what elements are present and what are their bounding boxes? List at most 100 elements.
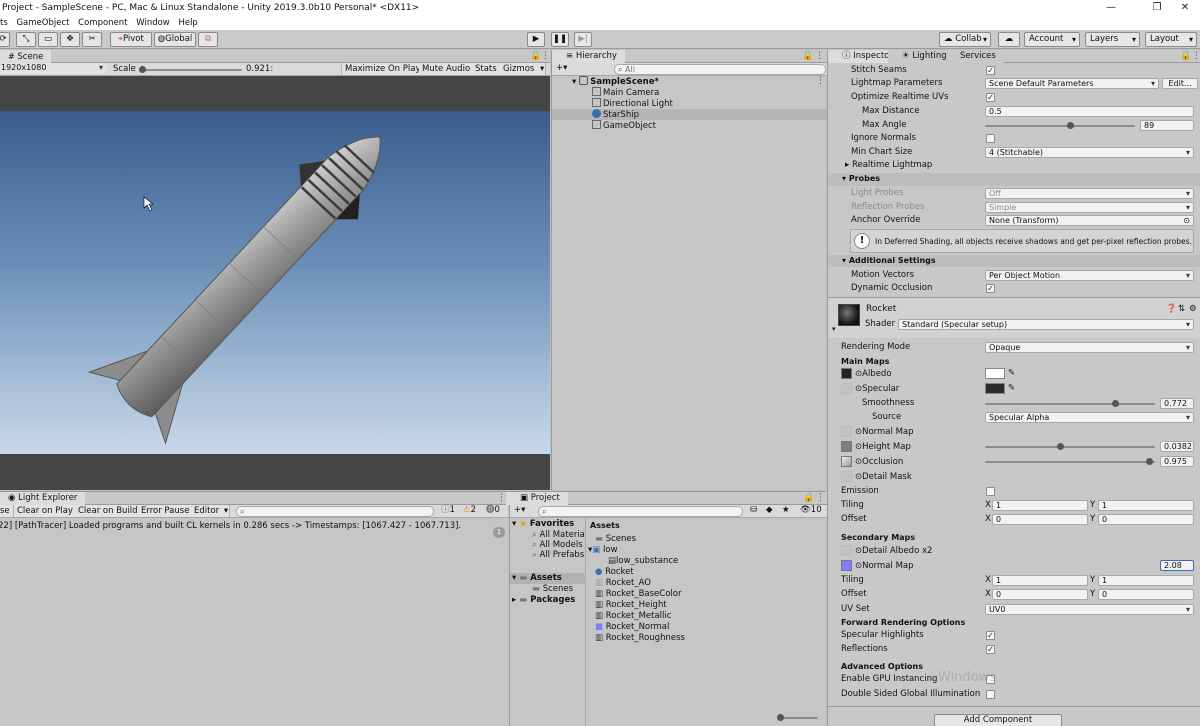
maximize-on-play-toggle[interactable]: Maximize On Play xyxy=(341,63,425,75)
motion-vectors-dropdown[interactable]: Per Object Motion xyxy=(985,270,1194,281)
asset-scenes[interactable]: ▬ Scenes xyxy=(595,534,636,545)
transform-tool-icon[interactable]: ✥ xyxy=(60,32,80,47)
custom-tool-icon[interactable]: ✂ xyxy=(82,32,102,47)
lightmap-edit-button[interactable]: Edit... xyxy=(1162,78,1198,89)
global-button[interactable]: ◍Global xyxy=(154,32,196,47)
account-dropdown[interactable]: Account xyxy=(1024,32,1080,47)
game-viewport[interactable] xyxy=(0,77,550,490)
height-input[interactable]: 0.0382 xyxy=(1160,441,1194,452)
occlusion-map-slot[interactable] xyxy=(841,456,852,467)
hierarchy-item-gameobject[interactable]: GameObject xyxy=(592,120,656,132)
asset-rocket-roughness[interactable]: ▥ Rocket_Roughness xyxy=(595,633,685,644)
asset-rocket-normal[interactable]: ■ Rocket_Normal xyxy=(595,622,669,633)
clear-on-build-toggle[interactable]: Clear on Build xyxy=(75,505,142,517)
dynamic-occlusion-checkbox[interactable]: ✓ xyxy=(986,284,995,293)
asset-rocket-basecolor[interactable]: ▥ Rocket_BaseColor xyxy=(595,589,681,600)
search-by-type-icon[interactable]: ⛁ xyxy=(750,505,757,516)
rect-tool-icon[interactable]: ▭ xyxy=(38,32,58,47)
asset-rocket-height[interactable]: ▥ Rocket_Height xyxy=(595,600,667,611)
more-icon[interactable]: ⋮ xyxy=(497,492,506,505)
tab-project[interactable]: ▣ Project xyxy=(506,492,568,505)
info-count[interactable]: ⓘ1 xyxy=(441,505,455,516)
assets-folder[interactable]: ▾ ▬ Assets xyxy=(512,573,562,584)
emission-checkbox[interactable] xyxy=(986,487,995,496)
menu-help[interactable]: Help xyxy=(178,18,197,28)
max-angle-input[interactable]: 89 xyxy=(1140,120,1194,131)
double-sided-gi-checkbox[interactable] xyxy=(986,690,995,699)
occlusion-input[interactable]: 0.975 xyxy=(1160,456,1194,467)
object-picker-icon[interactable]: ⊙ xyxy=(1183,216,1190,225)
project-create-icon[interactable]: +▾ xyxy=(514,505,525,516)
error-count[interactable]: ⓿0 xyxy=(486,505,500,516)
optimize-uvs-checkbox[interactable]: ✓ xyxy=(986,93,995,102)
occlusion-slider-knob[interactable] xyxy=(1146,458,1153,465)
offset-y-input[interactable]: 0 xyxy=(1098,514,1194,525)
add-component-button[interactable]: Add Component xyxy=(934,714,1062,726)
layout-dropdown[interactable]: Layout xyxy=(1145,32,1197,47)
occlusion-slider[interactable] xyxy=(985,461,1155,463)
icon-size-slider[interactable] xyxy=(778,717,818,719)
asset-low-substance[interactable]: ▤low_substance xyxy=(608,556,678,567)
secondary-normal-scale-input[interactable]: 2.08 xyxy=(1160,560,1194,571)
albedo-eyedropper-icon[interactable]: ✎ xyxy=(1008,368,1015,379)
scale-slider[interactable] xyxy=(142,69,242,71)
scene-more-icon[interactable]: ⋮ xyxy=(816,75,825,88)
tab-services[interactable]: Services xyxy=(946,50,1004,63)
ignore-normals-checkbox[interactable] xyxy=(986,134,995,143)
asset-rocket-ao[interactable]: ▥ Rocket_AO xyxy=(595,578,651,589)
cloud-icon[interactable]: ☁ xyxy=(998,32,1020,47)
scale-slider-knob[interactable] xyxy=(139,66,146,73)
tab-lighting[interactable]: ☀ Lighting xyxy=(888,50,955,63)
max-angle-slider[interactable] xyxy=(985,125,1135,127)
warning-count[interactable]: ⚠2 xyxy=(463,505,476,516)
error-pause-toggle[interactable]: Error Pause xyxy=(138,505,194,517)
secondary-tiling-y-input[interactable]: 1 xyxy=(1098,575,1194,586)
menu-gameobject[interactable]: GameObject xyxy=(16,18,69,28)
minimize-icon[interactable]: — xyxy=(1096,0,1126,16)
more-icon[interactable]: ⋮ xyxy=(541,50,550,63)
secondary-offset-x-input[interactable]: 0 xyxy=(992,589,1088,600)
pause-icon[interactable]: ❚❚ xyxy=(551,32,569,47)
specular-color-swatch[interactable] xyxy=(985,383,1005,394)
additional-settings-foldout[interactable]: ▾ Additional Settings xyxy=(842,256,936,265)
console-search-input[interactable]: ⌕ xyxy=(236,506,434,517)
menu-component[interactable]: Component xyxy=(78,18,127,28)
lock-icon[interactable]: 🔒 xyxy=(802,50,813,63)
scenes-folder[interactable]: ▬ Scenes xyxy=(532,584,573,595)
maximize-icon[interactable]: ❐ xyxy=(1142,0,1172,16)
console-log-entry[interactable]: 22] [PathTracer] Loaded programs and bui… xyxy=(0,521,461,532)
menu-assets[interactable]: ts xyxy=(0,18,8,28)
specular-eyedropper-icon[interactable]: ✎ xyxy=(1008,383,1015,394)
lock-icon[interactable]: 🔒 xyxy=(803,492,814,505)
rendering-mode-dropdown[interactable]: Opaque xyxy=(985,342,1194,353)
more-icon[interactable]: ⋮ xyxy=(816,492,825,505)
tab-hierarchy[interactable]: ≡ Hierarchy xyxy=(552,50,625,63)
pivot-button[interactable]: ⌖Pivot xyxy=(110,32,152,47)
offset-x-input[interactable]: 0 xyxy=(992,514,1088,525)
mute-audio-toggle[interactable]: Mute Audio xyxy=(419,63,475,75)
smoothness-slider[interactable] xyxy=(985,403,1155,405)
asset-rocket-material[interactable]: ● Rocket xyxy=(595,567,634,578)
tiling-x-input[interactable]: 1 xyxy=(992,500,1088,511)
more-icon[interactable]: ⋮ xyxy=(815,50,824,63)
uv-set-dropdown[interactable]: UV0 xyxy=(985,604,1194,615)
height-slider[interactable] xyxy=(985,446,1155,448)
packages-folder[interactable]: ▸ ▬ Packages xyxy=(512,595,575,606)
clear-on-play-toggle[interactable]: Clear on Play xyxy=(14,505,77,517)
source-dropdown[interactable]: Specular Alpha xyxy=(985,412,1194,423)
max-angle-slider-knob[interactable] xyxy=(1067,122,1074,129)
detail-albedo-slot[interactable] xyxy=(841,545,852,556)
favorites-all-prefabs[interactable]: ⌕ All Prefabs xyxy=(532,550,584,561)
snap-icon[interactable]: ⧉ xyxy=(198,32,218,47)
probes-header[interactable] xyxy=(828,173,1200,186)
stats-toggle[interactable]: Stats xyxy=(472,63,501,75)
realtime-lightmap-foldout[interactable]: ▸ Realtime Lightmap xyxy=(845,160,932,171)
play-icon[interactable]: ▶ xyxy=(527,32,545,47)
menu-window[interactable]: Window xyxy=(136,18,170,28)
collapse-toggle[interactable]: se xyxy=(0,505,14,517)
asset-low[interactable]: ▾▣ low xyxy=(588,545,618,556)
lock-icon[interactable]: 🔒 xyxy=(530,50,541,63)
create-dropdown-icon[interactable]: +▾ xyxy=(556,63,567,74)
normal-map-slot[interactable] xyxy=(841,426,852,437)
probes-foldout[interactable]: ▾ Probes xyxy=(842,174,880,183)
